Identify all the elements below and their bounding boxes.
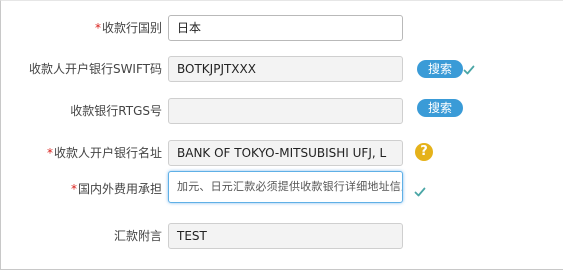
swift-field[interactable]: BOTKJPJTXXX — [168, 56, 403, 82]
row-fee: *国内外费用承担 加元、日元汇款必须提供收款银行详细地址信息 — [1, 171, 563, 203]
rtgs-search-button[interactable]: 搜索 — [417, 99, 463, 117]
rtgs-label: 收款银行RTGS号 — [70, 104, 162, 118]
row-country: *收款行国别 日本 — [1, 13, 563, 43]
fee-label: *国内外费用承担 — [70, 182, 162, 196]
fee-check-icon — [414, 187, 426, 197]
fee-field[interactable]: 加元、日元汇款必须提供收款银行详细地址信息 — [168, 171, 403, 203]
remark-label: 汇款附言 — [113, 229, 162, 243]
required-mark: * — [46, 146, 53, 160]
bank-name-label: *收款人开户银行名址 — [46, 146, 162, 160]
row-remark: 汇款附言 TEST — [1, 221, 563, 251]
bank-name-field[interactable]: BANK OF TOKYO-MITSUBISHI UFJ, L — [168, 140, 403, 166]
country-label: *收款行国别 — [94, 21, 162, 35]
required-mark: * — [94, 21, 101, 35]
swift-label: 收款人开户银行SWIFT码 — [28, 62, 162, 76]
row-swift: 收款人开户银行SWIFT码 BOTKJPJTXXX 搜索 — [1, 54, 563, 84]
swift-check-icon — [463, 65, 475, 75]
country-field[interactable]: 日本 — [168, 15, 403, 41]
help-icon[interactable]: ? — [415, 143, 433, 161]
rtgs-field[interactable] — [168, 98, 403, 124]
required-mark: * — [70, 182, 77, 196]
row-rtgs: 收款银行RTGS号 搜索 — [1, 96, 563, 126]
swift-search-button[interactable]: 搜索 — [417, 60, 463, 78]
remittance-form: *收款行国别 日本 收款人开户银行SWIFT码 BOTKJPJTXXX 搜索 收… — [0, 0, 563, 270]
remark-field[interactable]: TEST — [168, 223, 403, 249]
row-bank-name: *收款人开户银行名址 BANK OF TOKYO-MITSUBISHI UFJ,… — [1, 138, 563, 168]
